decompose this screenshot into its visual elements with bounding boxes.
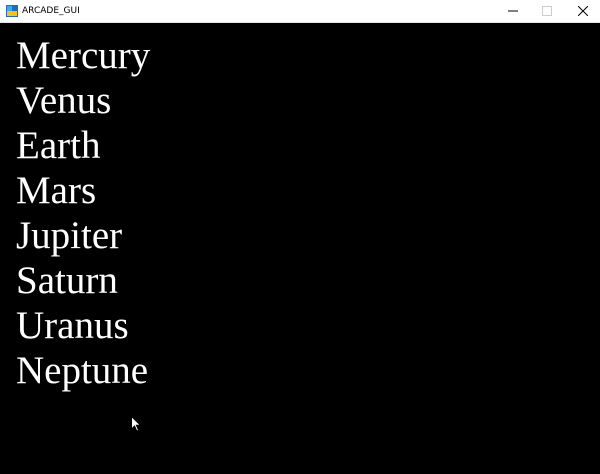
minimize-icon [508, 10, 518, 12]
maximize-icon [542, 6, 552, 16]
planet-label-uranus: Uranus [16, 304, 129, 347]
maximize-button[interactable] [530, 0, 564, 23]
window-title: ARCADE_GUI [22, 6, 80, 16]
app-icon [6, 5, 18, 17]
title-bar[interactable]: ARCADE_GUI [0, 0, 600, 23]
planet-label-jupiter: Jupiter [16, 214, 123, 257]
close-icon [578, 6, 588, 16]
minimize-button[interactable] [496, 0, 530, 23]
planet-label-neptune: Neptune [16, 349, 149, 392]
planet-list: Mercury Venus Earth Mars Jupiter Saturn … [16, 33, 150, 393]
planet-label-earth: Earth [16, 124, 101, 167]
app-window: ARCADE_GUI Mercury Venus Earth Mars Jupi… [0, 0, 600, 474]
planet-label-mars: Mars [16, 169, 97, 212]
close-button[interactable] [566, 0, 600, 23]
planet-label-venus: Venus [16, 79, 112, 122]
mouse-pointer-icon [131, 416, 141, 432]
planet-label-mercury: Mercury [16, 34, 151, 77]
game-canvas[interactable]: Mercury Venus Earth Mars Jupiter Saturn … [0, 23, 600, 474]
planet-label-saturn: Saturn [16, 259, 118, 302]
